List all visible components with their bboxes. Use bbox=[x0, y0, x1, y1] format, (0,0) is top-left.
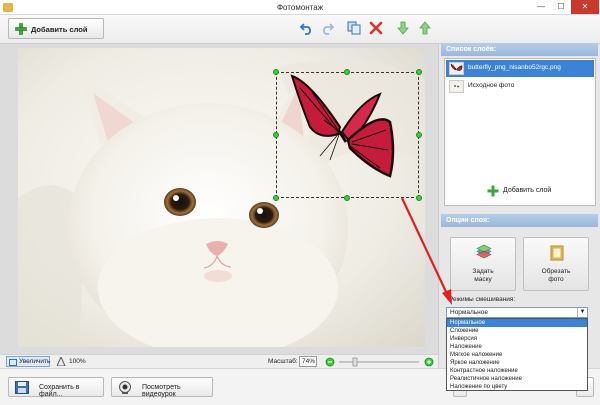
crop-icon bbox=[550, 245, 564, 261]
layer-name: butterfly_png_nisanbo52rgc.png bbox=[468, 64, 561, 71]
undo-icon[interactable] bbox=[300, 21, 314, 35]
chevron-down-icon[interactable]: ▼ bbox=[577, 308, 587, 317]
blend-option[interactable]: Наложение bbox=[447, 343, 587, 351]
blend-mode-select[interactable]: Нормальное ▼ bbox=[446, 307, 588, 318]
blend-option[interactable]: Инверсия bbox=[447, 335, 587, 343]
save-to-file-button[interactable]: Сохранить в файл... bbox=[8, 377, 104, 398]
crop-photo-button[interactable]: Обрезать фото bbox=[523, 237, 589, 291]
redo-icon[interactable] bbox=[320, 21, 334, 35]
title-bar: Фотомонтаж — ☐ ✕ bbox=[0, 0, 600, 15]
fit-100-label[interactable]: 100% bbox=[69, 358, 86, 365]
scale-value-field[interactable]: 74% bbox=[299, 356, 317, 367]
blend-option[interactable]: Сложение bbox=[447, 327, 587, 335]
fit-icon[interactable] bbox=[57, 357, 66, 366]
watch-video-button[interactable]: Посмотреть видеоурок bbox=[111, 377, 213, 398]
save-icon bbox=[15, 381, 29, 394]
add-layer-label: Добавить слой bbox=[31, 25, 88, 34]
blend-option[interactable]: Мягкое наложение bbox=[447, 351, 587, 359]
layer-item-original[interactable]: Исходное фото bbox=[446, 78, 594, 95]
blend-option[interactable]: Нормальное bbox=[447, 319, 587, 327]
blend-mode-dropdown: Нормальное Сложение Инверсия Наложение М… bbox=[446, 318, 588, 391]
window-title: Фотомонтаж bbox=[276, 3, 324, 12]
options-header: Опции слоя: bbox=[441, 214, 598, 227]
butterfly-thumbnail bbox=[449, 62, 464, 75]
set-mask-button[interactable]: Задать маску bbox=[450, 237, 516, 291]
resize-handle-tl[interactable] bbox=[273, 69, 279, 75]
plus-icon bbox=[15, 23, 27, 35]
add-layer-button[interactable]: Добавить слой bbox=[8, 18, 104, 39]
resize-handle-bl[interactable] bbox=[273, 195, 279, 201]
plus-icon bbox=[487, 185, 499, 197]
zoom-in-button[interactable]: Увеличить bbox=[6, 356, 50, 367]
resize-handle-tr[interactable] bbox=[416, 69, 422, 75]
toolbar: Добавить слой bbox=[0, 15, 600, 44]
layer-name: Исходное фото bbox=[468, 82, 515, 89]
set-mask-label-line2: маску bbox=[474, 276, 492, 283]
close-window-button[interactable]: ✕ bbox=[571, 0, 599, 14]
minimize-button[interactable]: — bbox=[531, 0, 551, 14]
canvas-area bbox=[0, 44, 438, 354]
copy-icon[interactable] bbox=[347, 21, 361, 35]
blend-option[interactable]: Реалистичное наложение bbox=[447, 375, 587, 383]
zoom-bar: Увеличить 100% Масштаб: 74% bbox=[0, 354, 438, 368]
resize-handle-l[interactable] bbox=[273, 132, 279, 138]
webcam-icon bbox=[119, 381, 131, 394]
move-up-icon[interactable] bbox=[418, 21, 432, 35]
resize-handle-r[interactable] bbox=[416, 132, 422, 138]
crop-photo-label-line1: Обрезать bbox=[541, 268, 571, 275]
set-mask-label-line1: Задать bbox=[472, 268, 494, 275]
resize-handle-b[interactable] bbox=[344, 195, 350, 201]
zoom-in-icon bbox=[9, 359, 17, 366]
blend-modes-label: Режимы смешивания: bbox=[449, 296, 516, 303]
blend-option[interactable]: Наложение по цвету bbox=[447, 383, 587, 391]
save-to-file-label: Сохранить в файл... bbox=[39, 384, 80, 398]
crop-photo-label-line2: фото bbox=[548, 276, 564, 283]
scale-label: Масштаб: bbox=[268, 358, 298, 365]
maximize-button[interactable]: ☐ bbox=[551, 0, 571, 14]
resize-handle-t[interactable] bbox=[344, 69, 350, 75]
add-layer-link-label: Добавить слой bbox=[503, 187, 552, 194]
watch-video-label: Посмотреть видеоурок bbox=[142, 384, 181, 398]
scale-slider[interactable] bbox=[325, 357, 435, 367]
blend-mode-value: Нормальное bbox=[450, 309, 489, 316]
layers-header: Список слоёв: bbox=[441, 43, 598, 56]
layer-item-butterfly[interactable]: butterfly_png_nisanbo52rgc.png bbox=[446, 60, 594, 77]
kitten-thumbnail bbox=[449, 80, 464, 93]
delete-icon[interactable] bbox=[369, 21, 383, 35]
blend-option[interactable]: Яркое наложение bbox=[447, 359, 587, 367]
zoom-in-label: Увеличить bbox=[19, 358, 51, 365]
selection-frame[interactable] bbox=[276, 72, 419, 198]
move-down-icon[interactable] bbox=[396, 21, 410, 35]
resize-handle-br[interactable] bbox=[416, 195, 422, 201]
set-mask-label: Задать маску bbox=[451, 268, 515, 284]
layers-stack-icon bbox=[476, 244, 492, 259]
layers-list: butterfly_png_nisanbo52rgc.png Исходное … bbox=[444, 58, 596, 206]
crop-photo-label: Обрезать фото bbox=[524, 268, 588, 284]
blend-option[interactable]: Контрастное наложение bbox=[447, 367, 587, 375]
